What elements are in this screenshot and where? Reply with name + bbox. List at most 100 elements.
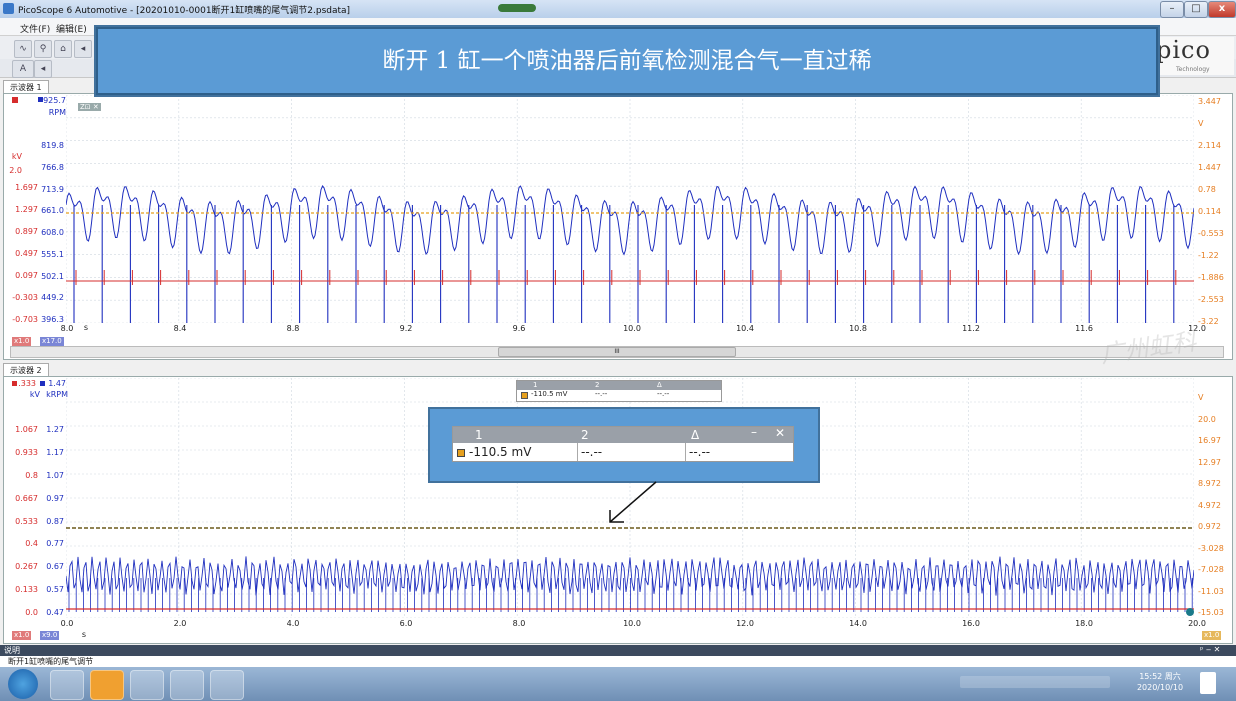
measure-minimize-icon[interactable]: – (751, 425, 757, 439)
taskbar-app-2-icon[interactable] (90, 670, 124, 700)
scope1-axis-b-tick: 555.1 (41, 249, 64, 259)
banner-text: 断开 1 缸一个喷油器后前氧检测混合气一直过稀 (382, 48, 872, 74)
scope1-axis-right-tick: 0.78 (1198, 185, 1216, 194)
scope2-unit-a: kV (29, 390, 40, 399)
scope1-axis-right-tick: -1.22 (1198, 251, 1219, 260)
scope2-scale-a[interactable]: x1.0 (12, 631, 32, 640)
scope2-axis-a-tick: 0.933 (15, 447, 38, 457)
scope2-axis-right-tick: 0.972 (1198, 522, 1221, 531)
menu-edit[interactable]: 编辑(E) (56, 22, 87, 35)
scope1-axis-b-tick: 766.8 (41, 162, 64, 172)
scope2-x-tick: 8.0 (512, 619, 526, 628)
notes-header (0, 645, 1236, 656)
measure-small-swatch (521, 392, 528, 399)
tab-scope-1[interactable]: 示波器 1 (3, 80, 49, 94)
measure-large-swatch (457, 449, 465, 457)
zoom-label[interactable]: A (12, 60, 34, 78)
scope2-scale-b[interactable]: x9.0 (40, 631, 60, 640)
scope1-top-ch-b: 925.7 (43, 96, 66, 105)
scope1-axis-right-tick: 3.447 (1198, 97, 1221, 106)
start-button-icon[interactable] (8, 669, 38, 699)
scope1-axis-right-tick: -1.886 (1198, 273, 1224, 282)
measure-close-icon[interactable]: ✕ (775, 426, 785, 440)
scope2-axis-b-tick: 0.87 (46, 516, 64, 526)
scope1-axis-right-tick: V (1198, 119, 1204, 128)
scope2-axis-a-tick: 1.067 (15, 425, 38, 434)
measure-small-v1: -110.5 mV (531, 390, 568, 398)
measure-small-h2: 2 (595, 381, 600, 389)
taskbar-picoscope-icon[interactable] (210, 670, 244, 700)
scope1-axis-b-tick: 819.8 (41, 141, 64, 150)
scope-1-plot[interactable] (66, 95, 1194, 323)
scope1-axis-right-tick: 1.447 (1198, 163, 1221, 172)
scope2-axis-a-tick: 0.533 (15, 516, 38, 526)
measure-large-v3: --.-- (689, 445, 711, 459)
scope2-top-b: 1.47 (48, 379, 66, 388)
scope2-top-a: .333 (18, 379, 36, 388)
measure-table-small[interactable]: 1 2 Δ -110.5 mV --.-- --.-- (516, 380, 722, 402)
scope1-axis-a-tick: 0.897 (15, 227, 38, 236)
scope2-x-tick: 6.0 (399, 619, 413, 628)
home-icon[interactable]: ⌂ (54, 40, 72, 58)
show-desktop-icon[interactable] (1200, 672, 1216, 694)
measure-large-v2: --.-- (581, 445, 603, 459)
scope1-scale-a[interactable]: x1.0 (12, 337, 32, 346)
system-tray-icons[interactable] (960, 676, 1110, 688)
waveform-icon[interactable]: ∿ (14, 40, 32, 58)
scope2-unit-b: kRPM (46, 390, 68, 399)
scope2-axis-right-tick: 12.97 (1198, 457, 1221, 467)
scope2-scale-r[interactable]: x1.0 (1202, 631, 1222, 640)
scope2-x-tick: 16.0 (962, 619, 980, 628)
scope1-scroll-thumb[interactable]: III (498, 347, 736, 357)
taskbar-clock[interactable]: 15:52 周六 2020/10/10 (1130, 671, 1190, 693)
window-title: PicoScope 6 Automotive - [20201010-0001断… (18, 6, 351, 16)
scope2-x-tick: 18.0 (1075, 619, 1093, 628)
scope2-axis-right-tick: 16.97 (1198, 436, 1221, 445)
scope2-axis-right-tick: -7.028 (1198, 565, 1224, 574)
notes-header-buttons[interactable]: ᵖ ‒ ✕ (1200, 645, 1220, 654)
scope1-axis-a-tick: -0.303 (12, 293, 38, 302)
clock-date: 2020/10/10 (1136, 683, 1184, 692)
close-button[interactable]: x (1208, 1, 1236, 18)
scope2-axis-a-tick: 0.8 (25, 470, 38, 480)
scope2-axis-right-tick: -15.03 (1198, 608, 1224, 617)
tab-scope-2[interactable]: 示波器 2 (3, 363, 49, 377)
prev-icon[interactable]: ◂ (34, 60, 52, 78)
scope1-axis-b-tick: 713.9 (41, 184, 64, 194)
measure-large-h2: 2 (581, 428, 589, 442)
scope1-scale-b[interactable]: x17.0 (40, 337, 64, 346)
maximize-button[interactable]: □ (1184, 1, 1208, 18)
scope2-axis-right-tick: 20.0 (1198, 414, 1216, 424)
measure-large-v1: -110.5 mV (469, 445, 532, 459)
scope2-x-tick: 10.0 (623, 619, 641, 628)
scope1-xunit: s (83, 323, 89, 332)
scope1-unit-a: kV (11, 152, 22, 161)
scope1-x-tick: 10.8 (849, 324, 867, 333)
scope1-unit-b: RPM (48, 108, 66, 117)
scope2-axis-b-tick: 0.57 (46, 585, 64, 595)
taskbar-app-1-icon[interactable] (50, 670, 84, 700)
measure-small-v2: --.-- (595, 390, 608, 398)
scope1-x-tick: 8.4 (173, 324, 187, 333)
taskbar-app-3-icon[interactable] (130, 670, 164, 700)
minimize-button[interactable]: – (1160, 1, 1184, 18)
scope1-axis-a-tick: -0.703 (12, 315, 38, 324)
probe-icon[interactable]: ⚲ (34, 40, 52, 58)
measure-large-h1: 1 (475, 428, 483, 442)
menu-file[interactable]: 文件(F) (20, 22, 50, 35)
measure-table-large[interactable]: 1 2 Δ – ✕ -110.5 mV --.-- --.-- (452, 425, 794, 462)
scope2-x-tick: 12.0 (736, 619, 754, 628)
notes-text: 断开1缸喷嘴的尾气调节 (8, 657, 94, 666)
scope1-x-tick: 8.8 (286, 324, 300, 333)
scope1-axis-right-tick: 2.114 (1198, 141, 1221, 150)
scope2-axis-b-tick: 0.67 (46, 562, 64, 572)
back-icon[interactable]: ◂ (74, 40, 92, 58)
taskbar-folder-icon[interactable] (170, 670, 204, 700)
scope1-x-tick: 11.2 (962, 324, 980, 333)
scope2-axis-a-tick: 0.267 (15, 562, 38, 572)
clock-time: 15:52 周六 (1139, 672, 1181, 681)
measure-large-h3: Δ (691, 428, 700, 442)
scope2-axis-a-tick: 0.133 (15, 585, 38, 595)
channel-a-swatch[interactable] (12, 97, 18, 103)
ruler-handle (1186, 608, 1194, 616)
